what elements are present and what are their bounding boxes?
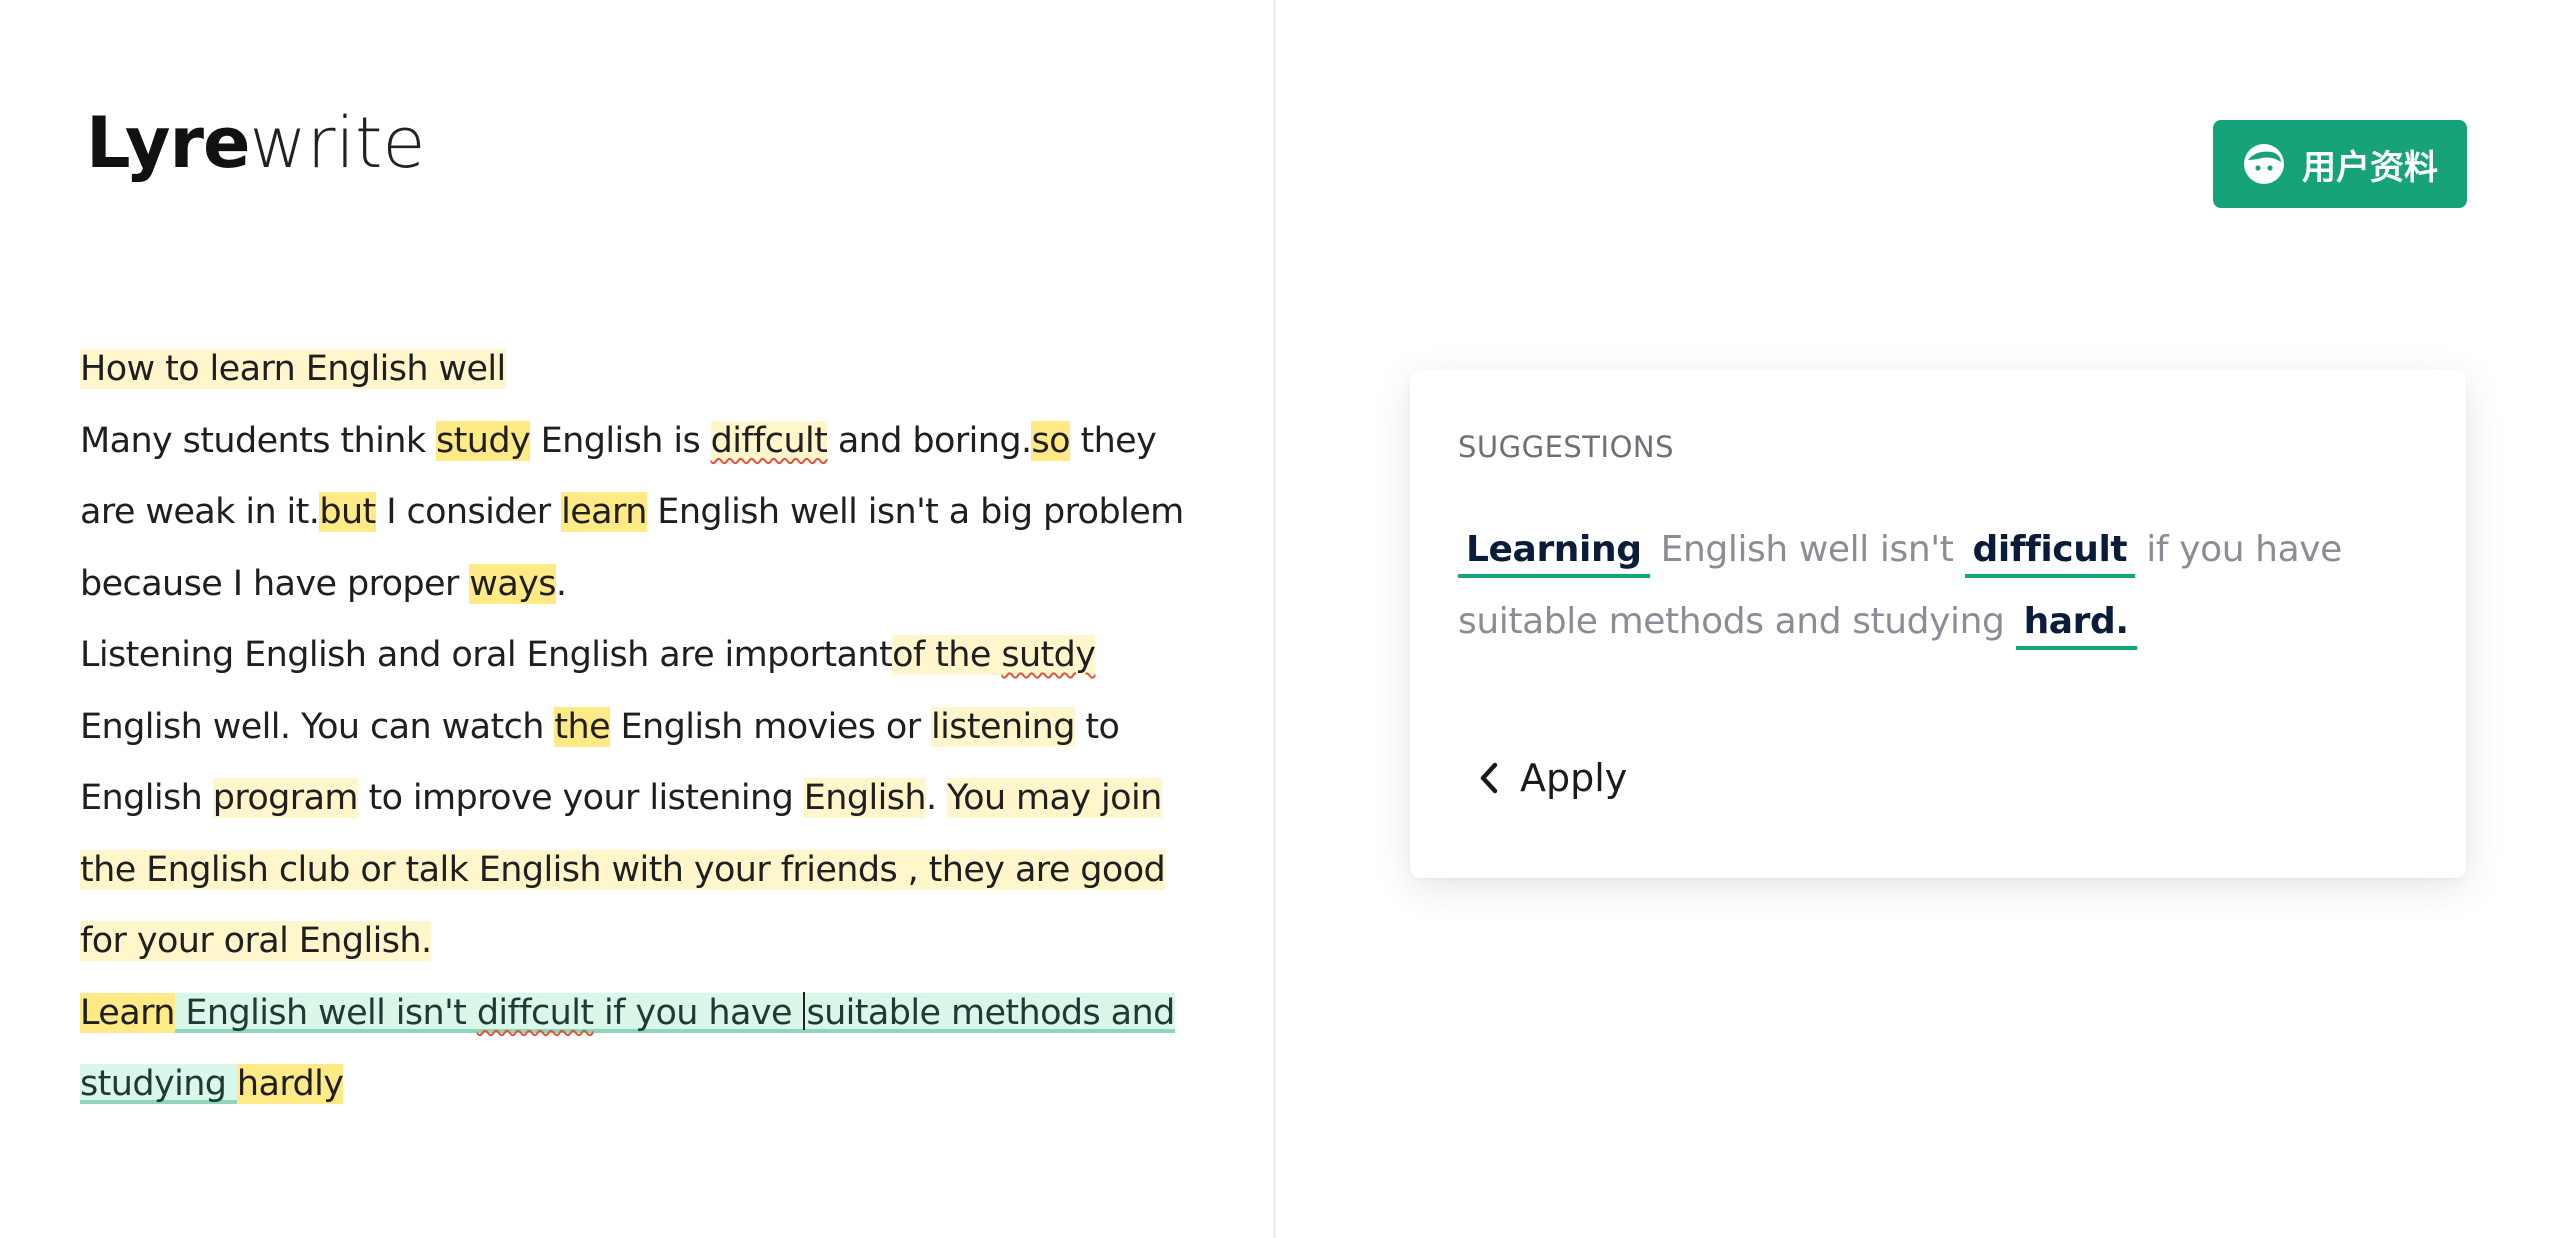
spelling-issue[interactable]: diffcult	[477, 993, 594, 1033]
text-run: English is	[530, 420, 711, 461]
issue-highlight[interactable]: so	[1031, 420, 1071, 461]
spelling-issue[interactable]: sutdy	[1001, 635, 1096, 675]
issue-highlight[interactable]: study	[436, 420, 531, 461]
issue-highlight[interactable]: but	[319, 492, 376, 532]
text-run: to improve your listening	[357, 778, 804, 818]
text-run: Listening English and oral English are i…	[80, 635, 893, 675]
suggested-word[interactable]: hard.	[2015, 601, 2137, 650]
issue-highlight[interactable]: learn	[561, 492, 647, 532]
text-run: Many students think	[80, 420, 437, 461]
editor-pane: Lyrewrite How to learn English well Many…	[0, 0, 1273, 1238]
logo-strong-text: Lyre	[86, 102, 250, 184]
app-logo: Lyrewrite	[86, 108, 425, 178]
issue-highlight[interactable]: hardly	[236, 1064, 344, 1104]
suggestion-text-run: English well isn't	[1649, 529, 1965, 570]
user-profile-button[interactable]: 用户资料	[2213, 120, 2467, 208]
issue-highlight[interactable]: program	[212, 778, 359, 818]
suggestions-pane: 用户资料 SUGGESTIONS Learning English well i…	[1276, 0, 2552, 1238]
essay-title[interactable]: How to learn English well	[80, 349, 506, 389]
essay-paragraph-2[interactable]: Listening English and oral English are i…	[80, 620, 1200, 978]
text-run: I consider	[375, 492, 562, 532]
text-run: .	[925, 778, 947, 818]
apply-button[interactable]: Apply	[1468, 750, 1637, 806]
text-run: English well. You can watch	[80, 706, 555, 747]
text-run: if you have	[593, 992, 793, 1033]
logo-light-text: write	[249, 102, 426, 184]
suggestion-card: SUGGESTIONS Learning English well isn't …	[1410, 370, 2466, 878]
issue-highlight[interactable]: English	[803, 778, 927, 818]
apply-label: Apply	[1520, 756, 1628, 800]
text-run: English movies or	[610, 706, 932, 747]
user-face-icon	[2244, 144, 2284, 184]
text-run: and boring.	[827, 420, 1032, 461]
app-window: Lyrewrite How to learn English well Many…	[0, 0, 2552, 1238]
issue-highlight[interactable]: of the sutdy	[892, 635, 1096, 675]
issue-highlight[interactable]: Learn	[80, 992, 175, 1033]
suggested-word[interactable]: difficult	[1964, 529, 2136, 578]
issue-highlight[interactable]: the	[554, 706, 611, 747]
text-run: English well isn't	[174, 992, 477, 1033]
text-run: .	[555, 563, 567, 604]
user-profile-label: 用户资料	[2302, 147, 2438, 188]
issue-highlight[interactable]: ways	[469, 563, 557, 604]
suggested-sentence: Learning English well isn't difficult if…	[1458, 514, 2428, 658]
chevron-left-icon	[1480, 762, 1498, 794]
issue-highlight[interactable]: listening	[931, 706, 1075, 747]
suggested-word[interactable]: Learning	[1458, 529, 1650, 578]
suggestions-heading: SUGGESTIONS	[1458, 430, 1675, 464]
selected-sentence[interactable]: Learn English well isn't diffcult if you…	[80, 991, 1175, 1104]
essay-title-line[interactable]: How to learn English well	[80, 334, 1200, 406]
essay-editor[interactable]: How to learn English well Many students …	[80, 334, 1200, 1121]
spelling-issue[interactable]: diffcult	[710, 420, 828, 461]
issue-text: of the	[892, 635, 1002, 675]
essay-paragraph-3[interactable]: Learn English well isn't diffcult if you…	[80, 978, 1200, 1121]
essay-paragraph-1[interactable]: Many students think study English is dif…	[80, 406, 1200, 621]
